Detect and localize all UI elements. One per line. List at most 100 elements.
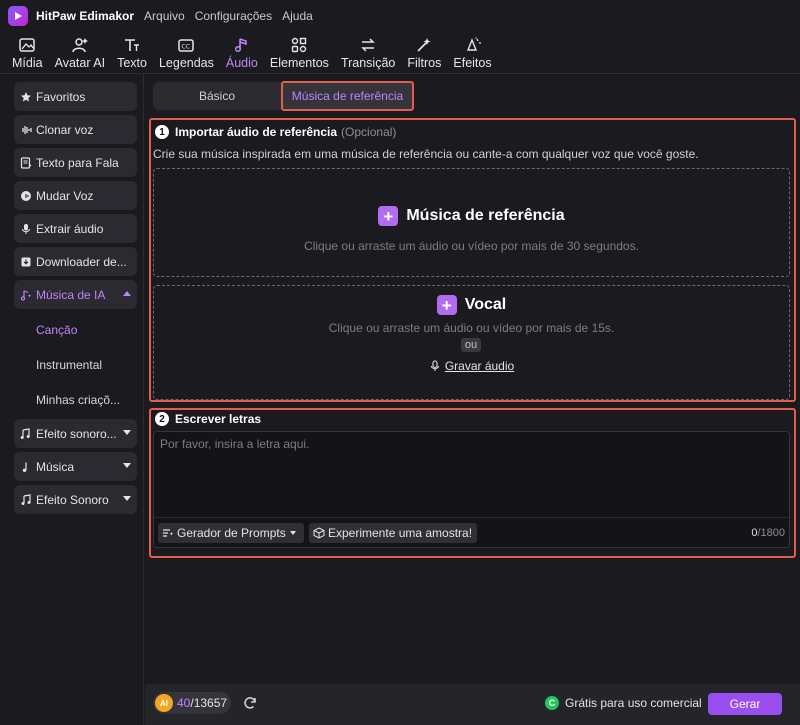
tool-captions[interactable]: CC Legendas — [153, 33, 220, 73]
cube-icon — [313, 527, 325, 539]
import-section-description: Crie sua música inspirada em uma música … — [153, 147, 699, 161]
vocal-dropzone[interactable]: + Vocal Clique ou arraste um áudio ou ví… — [153, 285, 790, 400]
app-logo-icon — [8, 6, 28, 26]
plus-icon: + — [436, 295, 457, 315]
transition-icon — [361, 38, 375, 52]
lyrics-section: 2 Escrever letras Gerador de Prompts Exp… — [149, 408, 796, 558]
lyrics-input[interactable] — [154, 432, 789, 514]
commercial-use-note: C Grátis para uso comercial — [545, 696, 702, 710]
tool-audio[interactable]: Áudio — [220, 33, 264, 73]
lyrics-box: Gerador de Prompts Experimente uma amost… — [153, 431, 790, 548]
credits-badge: AI 40 /13657 — [153, 692, 231, 714]
text-icon — [125, 39, 140, 51]
sidebar-item-texto-para-fala[interactable]: Texto para Fala — [14, 148, 137, 177]
main-toolbar: Mídia Avatar AI Texto CC Legendas Áudio … — [6, 33, 796, 73]
reference-music-dropzone[interactable]: + Música de referência Clique ou arraste… — [153, 168, 790, 277]
tool-media[interactable]: Mídia — [6, 33, 49, 73]
sidebar-item-efeito-sonoro-ai[interactable]: Efeito sonoro... — [14, 419, 137, 448]
section-title: 2 Escrever letras — [155, 412, 261, 426]
char-max: /1800 — [757, 527, 785, 539]
menu-ajuda[interactable]: Ajuda — [282, 9, 313, 23]
microphone-icon — [430, 360, 439, 371]
sidebar-item-label: Favoritos — [36, 89, 86, 104]
sidebar-item-label: Música — [36, 459, 75, 474]
menu-arquivo[interactable]: Arquivo — [144, 9, 185, 23]
tool-transition-label: Transição — [340, 56, 396, 70]
reference-music-hint: Clique ou arraste um áudio ou vídeo por … — [304, 239, 639, 253]
filters-icon — [417, 38, 431, 52]
effects-icon — [466, 37, 481, 51]
tool-effects[interactable]: Efeitos — [447, 33, 497, 73]
avatar-icon — [72, 38, 88, 53]
tool-media-label: Mídia — [12, 56, 43, 70]
sidebar-item-clonar-voz[interactable]: Clonar voz — [14, 115, 137, 144]
voice-wave-icon — [22, 125, 32, 134]
sidebar-item-mudar-voz[interactable]: Mudar Voz — [14, 181, 137, 210]
tool-text[interactable]: Texto — [111, 33, 153, 73]
sidebar-item-musica[interactable]: Música — [14, 452, 137, 481]
expand-caret-icon[interactable] — [123, 463, 131, 468]
ai-coin-icon: AI — [155, 694, 173, 712]
sidebar-item-efeito-sonoro[interactable]: Efeito Sonoro — [14, 485, 137, 514]
vocal-hint: Clique ou arraste um áudio ou vídeo por … — [328, 321, 615, 335]
sidebar-item-favoritos[interactable]: Favoritos — [14, 82, 137, 111]
try-sample-button[interactable]: Experimente uma amostra! — [309, 523, 477, 543]
sidebar-item-extrair-audio[interactable]: Extrair áudio — [14, 214, 137, 243]
try-sample-label: Experimente uma amostra! — [328, 526, 473, 540]
generate-button[interactable]: Gerar — [708, 693, 782, 715]
import-reference-section: 1 Importar áudio de referência (Opcional… — [149, 118, 796, 402]
import-section-title: Importar áudio de referência — [175, 125, 338, 139]
lyrics-section-title: Escrever letras — [175, 412, 262, 426]
sound-effect-icon — [20, 427, 30, 439]
sidebar-item-label: Música de IA — [36, 287, 106, 302]
ai-music-icon — [20, 289, 32, 301]
collapse-caret-icon[interactable] — [123, 291, 131, 296]
tool-avatar-ai[interactable]: Avatar AI — [49, 33, 112, 73]
mode-tabs: Básico Música de referência — [153, 81, 414, 111]
tool-elements[interactable]: Elementos — [264, 33, 335, 73]
step-number-badge: 1 — [155, 125, 169, 139]
prompt-list-icon — [163, 529, 174, 537]
record-audio-label: Gravar áudio — [444, 359, 515, 373]
tool-captions-label: Legendas — [158, 56, 214, 70]
tool-filters-label: Filtros — [407, 56, 442, 70]
record-audio-link[interactable]: Gravar áudio — [154, 359, 789, 373]
app-name: HitPaw Edimakor — [36, 9, 135, 23]
sidebar-item-musica-de-ia[interactable]: Música de IA — [14, 280, 137, 309]
tool-transition[interactable]: Transição — [335, 33, 401, 73]
reference-music-title: Música de referência — [406, 207, 565, 224]
tab-musica-de-referencia[interactable]: Música de referência — [281, 81, 414, 111]
credits-total: /13657 — [190, 696, 228, 710]
vocal-title: Vocal — [464, 296, 507, 313]
sidebar-item-label: Clonar voz — [36, 122, 94, 137]
tool-audio-label: Áudio — [225, 56, 258, 70]
voice-changer-icon — [21, 190, 31, 201]
expand-caret-icon[interactable] — [123, 430, 131, 435]
dropzone-heading: + Música de referência — [154, 206, 789, 226]
expand-caret-icon[interactable] — [123, 496, 131, 501]
menu-configuracoes[interactable]: Configurações — [195, 9, 272, 23]
tool-filters[interactable]: Filtros — [401, 33, 447, 73]
sidebar-item-label: Downloader de... — [36, 254, 127, 269]
captions-icon: CC — [178, 39, 195, 52]
sidebar-item-downloader[interactable]: Downloader de... — [14, 247, 137, 276]
tab-basico[interactable]: Básico — [153, 82, 281, 110]
sidebar-subitem-cancao[interactable]: Canção — [36, 323, 77, 337]
section-title: 1 Importar áudio de referência (Opcional… — [155, 125, 396, 139]
download-icon — [21, 257, 31, 266]
microphone-icon — [21, 223, 31, 234]
commercial-badge-icon: C — [545, 696, 559, 710]
or-separator: ou — [461, 338, 481, 352]
music-notes-icon — [21, 493, 31, 505]
media-icon — [19, 38, 36, 52]
prompt-generator-label: Gerador de Prompts — [177, 526, 286, 540]
prompt-generator-button[interactable]: Gerador de Prompts — [158, 523, 304, 543]
sidebar-subitem-instrumental[interactable]: Instrumental — [36, 358, 102, 372]
audio-icon — [234, 38, 247, 53]
sidebar-subitem-minhas-criacoes[interactable]: Minhas criaçõ... — [36, 393, 120, 407]
text-to-speech-icon — [20, 156, 32, 169]
refresh-icon[interactable] — [241, 694, 259, 712]
tool-elements-label: Elementos — [269, 56, 329, 70]
commercial-label: Grátis para uso comercial — [565, 696, 702, 710]
optional-label: (Opcional) — [341, 125, 397, 139]
